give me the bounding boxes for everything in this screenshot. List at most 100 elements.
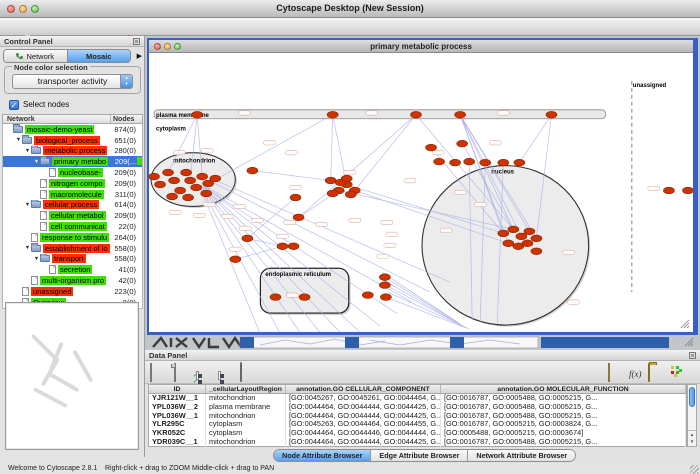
- network-node[interactable]: [185, 177, 196, 184]
- tree-expander-icon[interactable]: ▼: [33, 159, 40, 165]
- frame-resize-grip[interactable]: [685, 338, 693, 346]
- background-frame-titlebar[interactable]: [240, 337, 254, 348]
- delete-attribute-icon[interactable]: [240, 364, 256, 380]
- frame-titlebar[interactable]: primary metabolic process: [149, 40, 693, 53]
- network-node[interactable]: [546, 111, 557, 118]
- window-resize-grip[interactable]: [690, 465, 699, 474]
- network-node[interactable]: [426, 144, 437, 151]
- network-tree-row[interactable]: cellular metabol209(0): [3, 210, 142, 221]
- select-attributes-icon[interactable]: [196, 364, 212, 380]
- network-node[interactable]: [293, 214, 304, 221]
- network-node[interactable]: [531, 235, 542, 242]
- network-node[interactable]: [522, 240, 533, 247]
- table-row[interactable]: YPL036W__2plasma membrane[GO:0044464, GO…: [149, 403, 686, 412]
- table-scrollbar[interactable]: ▲▼: [687, 384, 697, 447]
- network-node[interactable]: [149, 173, 160, 180]
- network-node[interactable]: [270, 294, 281, 301]
- network-node[interactable]: [288, 243, 299, 250]
- table-row[interactable]: YJR121W__1mitochondrion[GO:0045267, GO:0…: [149, 394, 686, 403]
- dropdown-stepper-icon[interactable]: ▲▼: [120, 75, 132, 88]
- network-node[interactable]: [457, 140, 468, 147]
- tab-overflow-arrow[interactable]: ▶: [137, 52, 142, 60]
- tab-node-attribute-browser[interactable]: Node Attribute Browser: [274, 450, 370, 461]
- network-node[interactable]: [434, 158, 445, 165]
- network-node[interactable]: [379, 274, 390, 281]
- tree-expander-icon[interactable]: ▼: [24, 202, 31, 208]
- canvas-resize-grip[interactable]: [681, 320, 689, 328]
- network-tree-row[interactable]: multi-organism pro42(0): [3, 275, 142, 286]
- network-view-frame[interactable]: primary metabolic process plasma membran…: [147, 38, 698, 335]
- tree-expander-icon[interactable]: ▼: [33, 256, 40, 262]
- undock-icon[interactable]: [689, 352, 696, 359]
- network-tree-row[interactable]: mosaic-demo-yeast874(0): [3, 124, 142, 135]
- tab-mosaic[interactable]: Mosaic: [67, 50, 131, 62]
- network-node[interactable]: [498, 230, 509, 237]
- undock-icon[interactable]: [133, 38, 140, 45]
- tree-expander-icon[interactable]: ▼: [15, 137, 22, 143]
- network-tree-row[interactable]: nucleobase-209(0): [3, 167, 142, 178]
- network-node[interactable]: [327, 190, 338, 197]
- network-node[interactable]: [410, 111, 421, 118]
- network-tree-row[interactable]: ▼cellular process614(0): [3, 200, 142, 211]
- network-node[interactable]: [362, 292, 373, 299]
- network-tree-row[interactable]: unassigned223(0): [3, 286, 142, 297]
- network-tree-row[interactable]: secretion41(0): [3, 264, 142, 275]
- compartment-plasma-membrane[interactable]: [154, 110, 606, 119]
- background-frame-titlebar[interactable]: [345, 337, 359, 348]
- tree-expander-icon[interactable]: ▼: [24, 148, 31, 154]
- network-tree-row[interactable]: response to stimulu264(0): [3, 232, 142, 243]
- network-node[interactable]: [455, 111, 466, 118]
- unselect-attributes-icon[interactable]: [218, 364, 234, 380]
- network-node[interactable]: [242, 235, 253, 242]
- attribute-table-header[interactable]: ID _cellularLayoutRegion annotation.GO C…: [149, 385, 686, 394]
- network-node[interactable]: [210, 175, 221, 182]
- network-node[interactable]: [327, 111, 338, 118]
- network-node[interactable]: [480, 159, 491, 166]
- network-node[interactable]: [508, 226, 519, 233]
- network-node[interactable]: [230, 256, 241, 263]
- network-node[interactable]: [524, 228, 535, 235]
- attribute-list-icon[interactable]: [608, 364, 624, 380]
- network-node[interactable]: [183, 194, 194, 201]
- tab-edge-attribute-browser[interactable]: Edge Attribute Browser: [370, 450, 467, 461]
- network-tree-row[interactable]: cell communicat22(0): [3, 221, 142, 232]
- select-nodes-checkbox[interactable]: ✓: [9, 100, 19, 110]
- network-node[interactable]: [531, 248, 542, 255]
- import-attributes-icon[interactable]: [648, 364, 664, 380]
- network-node[interactable]: [192, 111, 203, 118]
- network-node[interactable]: [299, 294, 310, 301]
- network-node[interactable]: [290, 194, 301, 201]
- network-node[interactable]: [516, 233, 527, 240]
- network-node[interactable]: [380, 294, 391, 301]
- network-node[interactable]: [191, 184, 202, 191]
- table-row[interactable]: YPL036W__1mitochondrion[GO:0044464, GO:0…: [149, 412, 686, 421]
- table-row[interactable]: YLR295Ccytoplasm[GO:0045263, GO:0044464,…: [149, 420, 686, 429]
- network-node[interactable]: [663, 187, 674, 194]
- network-node[interactable]: [464, 158, 475, 165]
- network-tree-row[interactable]: ▼establishment of lo558(0): [3, 243, 142, 254]
- network-node[interactable]: [498, 159, 509, 166]
- network-node[interactable]: [277, 243, 288, 250]
- network-node[interactable]: [169, 177, 180, 184]
- network-tree-row[interactable]: macromolecule311(0): [3, 189, 142, 200]
- network-node[interactable]: [155, 181, 166, 188]
- network-node[interactable]: [167, 193, 178, 200]
- scrollbar-thumb[interactable]: [689, 387, 695, 407]
- scrollbar-arrows[interactable]: ▲▼: [688, 430, 696, 446]
- tab-network-attribute-browser[interactable]: Network Attribute Browser: [467, 450, 575, 461]
- network-node[interactable]: [197, 173, 208, 180]
- attribute-matrix-icon[interactable]: [669, 364, 685, 380]
- network-tree-row[interactable]: nitrogen compo209(0): [3, 178, 142, 189]
- table-row[interactable]: YDR039C__1mitochondrion[GO:0044464, GO:0…: [149, 438, 686, 447]
- attribute-table-icon[interactable]: [150, 364, 166, 380]
- tree-expander-icon[interactable]: ▼: [24, 245, 31, 251]
- network-node[interactable]: [682, 187, 693, 194]
- tab-network[interactable]: Network: [4, 50, 67, 62]
- network-node[interactable]: [379, 282, 390, 289]
- network-node[interactable]: [201, 190, 212, 197]
- network-node[interactable]: [503, 240, 514, 247]
- network-tree-row[interactable]: ▼primary metabo209(...: [3, 156, 142, 167]
- network-node[interactable]: [247, 167, 258, 174]
- create-attribute-icon[interactable]: [174, 364, 190, 380]
- background-frame-titlebar[interactable]: [450, 337, 464, 348]
